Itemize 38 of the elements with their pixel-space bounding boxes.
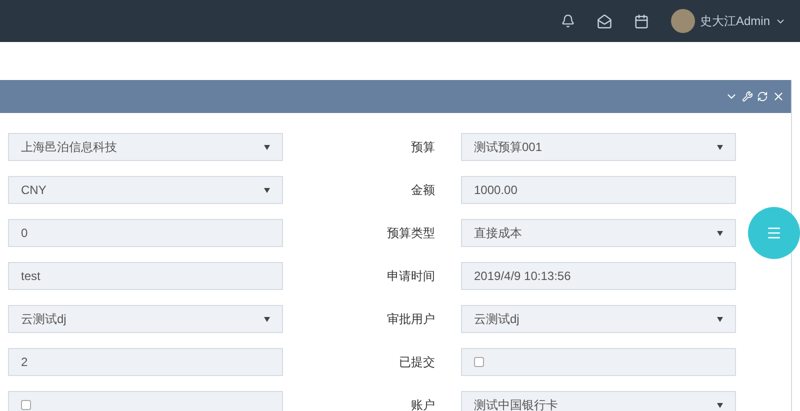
select-field[interactable]: 云测试dj [8,305,283,333]
select-field[interactable]: 测试预算001 [461,133,736,161]
field-label: 金额 [411,182,435,199]
input-field[interactable]: 2019/4/9 10:13:56 [461,262,736,290]
caret-icon [717,230,723,236]
field-label: 预算类型 [387,225,435,242]
avatar[interactable] [670,9,695,33]
bell-icon[interactable] [560,14,575,28]
caret-icon [717,144,723,150]
envelope-icon[interactable] [596,14,612,28]
select-field[interactable]: 测试中国银行卡 [461,391,736,411]
select-field[interactable]: 直接成本 [461,219,736,247]
menu-button[interactable] [748,207,800,259]
menu-icon [766,225,782,241]
input-field[interactable]: 0 [8,219,283,247]
input-field[interactable]: test [8,262,283,290]
caret-icon [717,402,723,408]
select-field[interactable]: 云测试dj [461,305,736,333]
user-name[interactable]: 史大江Admin [700,12,770,30]
close-icon[interactable] [772,90,785,103]
reload-icon[interactable] [757,91,768,102]
checkbox[interactable] [474,357,484,367]
field-label: 审批用户 [387,311,435,328]
select-field[interactable]: 上海邑泊信息科技 [8,133,283,161]
field-label: 账户 [411,397,435,411]
calendar-icon[interactable] [634,14,649,28]
wrench-icon[interactable] [742,91,753,102]
caret-icon [264,188,270,192]
field-label: 预算 [411,139,435,156]
select-field[interactable]: CNY [8,176,283,204]
caret-icon [264,144,270,150]
input-field[interactable]: 2 [8,348,283,376]
caret-icon [717,316,723,322]
checkbox[interactable] [21,400,31,410]
field-label: 申请时间 [387,268,435,285]
field-label: 已提交 [399,354,435,371]
input-field[interactable]: 1000.00 [461,176,736,204]
caret-icon [264,316,270,322]
